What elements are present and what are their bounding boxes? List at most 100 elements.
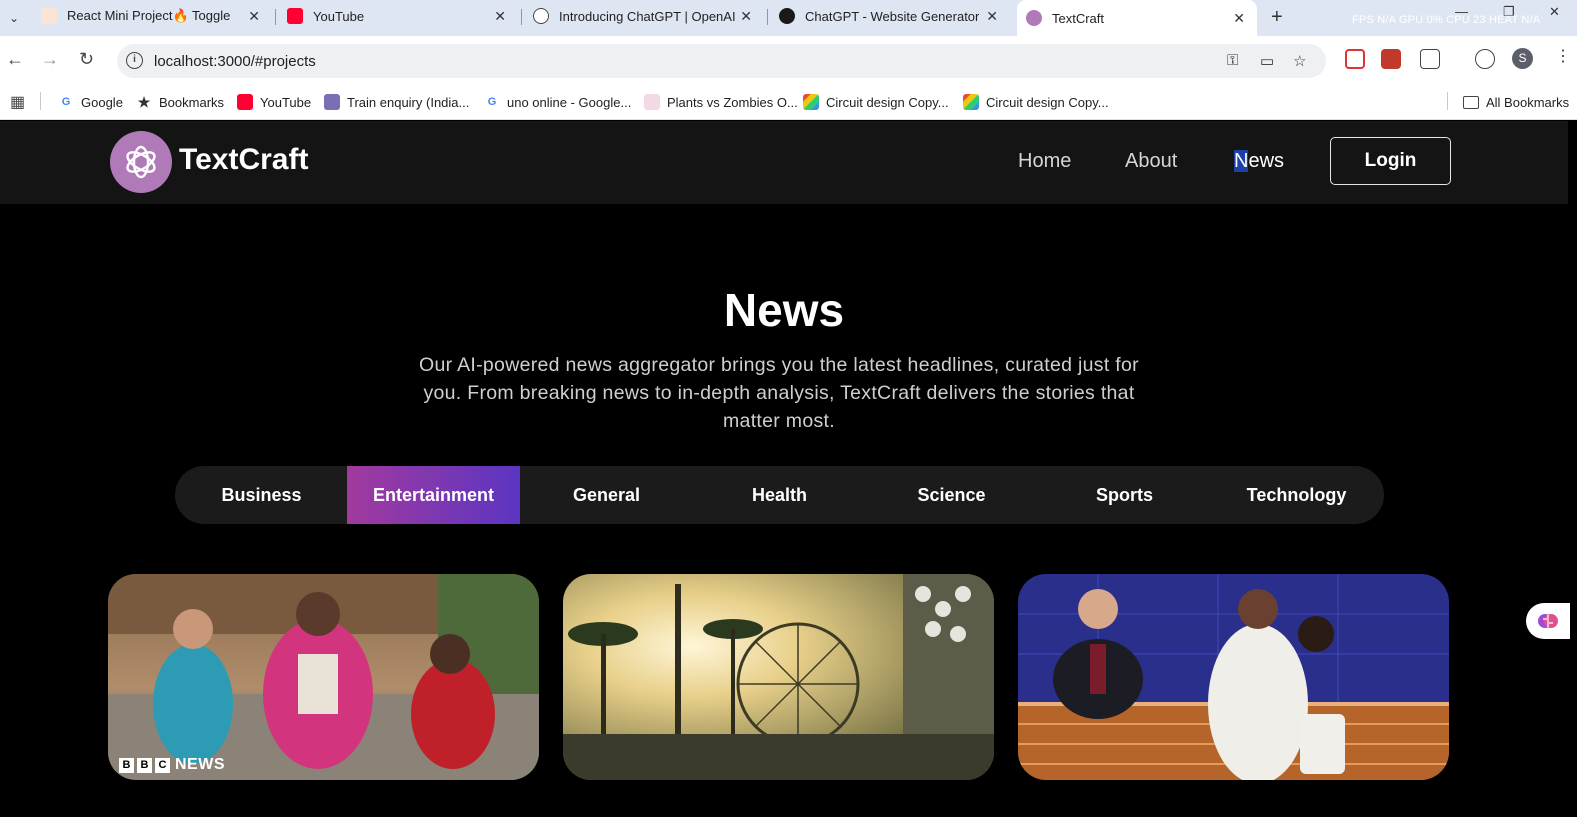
bookmark-youtube[interactable]: YouTube <box>237 91 311 113</box>
nav-news-link[interactable]: News <box>1234 150 1284 173</box>
browser-menu-kebab-icon[interactable]: ⋮ <box>1555 46 1571 66</box>
textcraft-logo[interactable] <box>110 131 172 193</box>
brain-icon <box>1538 614 1558 628</box>
youtube-icon <box>237 94 253 110</box>
bbc-letter-block: C <box>155 757 170 773</box>
bookmark-circuit-design-2[interactable]: Circuit design Copy... <box>963 91 1109 113</box>
page-description: Our AI-powered news aggregator brings yo… <box>419 354 1139 432</box>
bookmark-google[interactable]: G Google <box>58 91 123 113</box>
password-key-icon[interactable]: ⚿ <box>1227 52 1238 69</box>
apps-grid-icon[interactable]: ▦ <box>10 92 25 112</box>
nav-home-link[interactable]: Home <box>1018 150 1071 173</box>
bbc-news-wordmark: NEWS <box>175 756 225 773</box>
openai-knot-icon <box>126 145 156 179</box>
brand-name[interactable]: TextCraft <box>179 143 308 177</box>
nav-news-rest: ews <box>1248 150 1285 172</box>
tab-title: React Mini Project🔥 Toggle Sw <box>67 8 232 23</box>
tab-divider <box>767 9 768 25</box>
grid-icon <box>963 94 979 110</box>
bbc-letter-block: B <box>119 757 134 773</box>
browser-tab[interactable]: React Mini Project🔥 Toggle Sw ✕ <box>32 0 272 32</box>
bookmark-bookmarks[interactable]: ★ Bookmarks <box>136 91 224 113</box>
category-tab-technology[interactable]: Technology <box>1210 466 1383 524</box>
close-window-icon[interactable]: ✕ <box>1549 4 1560 20</box>
tab-divider <box>521 9 522 25</box>
tab-close-icon[interactable]: ✕ <box>1233 10 1245 27</box>
extension-shield-icon[interactable] <box>1345 49 1365 69</box>
performance-bolt-icon[interactable] <box>1475 49 1495 69</box>
bookmark-label: All Bookmarks <box>1486 94 1570 110</box>
news-card[interactable]: B B C NEWS <box>108 574 539 780</box>
tab-close-icon[interactable]: ✕ <box>248 8 260 25</box>
nav-about-link[interactable]: About <box>1125 150 1177 173</box>
news-desk-show-image <box>1018 574 1449 780</box>
minimize-window-icon[interactable]: — <box>1455 4 1468 19</box>
tab-search-chevron-icon[interactable]: ⌄ <box>4 8 24 28</box>
category-tab-general[interactable]: General <box>520 466 693 524</box>
google-icon: G <box>487 96 497 108</box>
category-tab-science[interactable]: Science <box>865 466 1038 524</box>
news-card[interactable] <box>1018 574 1449 780</box>
star-icon: ★ <box>137 93 151 110</box>
bookmark-divider <box>40 92 41 110</box>
tab-close-icon[interactable]: ✕ <box>494 8 506 25</box>
browser-tab-strip: ⌄ React Mini Project🔥 Toggle Sw ✕ YouTub… <box>0 0 1577 36</box>
textcraft-favicon-icon <box>1026 10 1042 26</box>
site-navbar: TextCraft Home About News Login <box>0 121 1568 204</box>
movie-still-image <box>108 574 539 780</box>
news-card[interactable] <box>563 574 994 780</box>
festival-ferris-wheel-image <box>563 574 994 780</box>
bookmark-star-icon[interactable]: ☆ <box>1293 52 1306 70</box>
browser-tab[interactable]: Introducing ChatGPT | OpenAI ✕ <box>524 0 764 32</box>
bookmark-label: Circuit design Copy... <box>986 94 1109 110</box>
extension-puzzle-game-icon[interactable] <box>1381 49 1401 69</box>
restore-window-icon[interactable]: ❐ <box>1503 4 1515 20</box>
tab-close-icon[interactable]: ✕ <box>740 8 752 25</box>
category-tab-entertainment[interactable]: Entertainment <box>347 466 520 524</box>
tab-title: ChatGPT - Website Generator <box>805 8 980 24</box>
bookmark-plants-vs-zombies[interactable]: Plants vs Zombies O... <box>644 91 798 113</box>
extensions-puzzle-icon[interactable] <box>1420 49 1440 69</box>
folder-icon <box>1463 95 1479 109</box>
category-tab-business[interactable]: Business <box>175 466 348 524</box>
browser-tab-active[interactable]: TextCraft ✕ <box>1017 0 1257 36</box>
category-tab-health[interactable]: Health <box>693 466 866 524</box>
floating-assistant-widget[interactable] <box>1526 603 1570 639</box>
tab-title: Introducing ChatGPT | OpenAI <box>559 8 736 24</box>
page-title: News <box>723 284 845 336</box>
category-tab-sports[interactable]: Sports <box>1038 466 1211 524</box>
bookmark-divider <box>1447 92 1448 110</box>
react-project-favicon-icon <box>41 8 57 24</box>
new-tab-plus-icon[interactable]: + <box>1271 6 1283 29</box>
category-tab-bar: Business Entertainment General Health Sc… <box>175 466 1384 524</box>
youtube-favicon-icon <box>287 8 303 24</box>
login-button[interactable]: Login <box>1330 137 1451 185</box>
bookmark-label: Bookmarks <box>159 94 225 110</box>
browser-tab[interactable]: YouTube ✕ <box>278 0 518 32</box>
train-icon <box>324 94 340 110</box>
grid-icon <box>803 94 819 110</box>
install-app-icon[interactable]: ▭ <box>1260 52 1274 70</box>
forward-arrow-icon[interactable]: → <box>41 49 59 70</box>
profile-avatar[interactable]: S <box>1512 48 1533 69</box>
bookmark-label: Plants vs Zombies O... <box>667 94 798 110</box>
site-info-icon[interactable]: i <box>126 52 143 69</box>
bookmark-uno-online[interactable]: G uno online - Google... <box>484 91 632 113</box>
bookmark-circuit-design-1[interactable]: Circuit design Copy... <box>803 91 949 113</box>
bbc-news-logo: B B C NEWS <box>119 756 225 774</box>
reload-icon[interactable]: ↻ <box>79 49 94 70</box>
bookmark-train-enquiry[interactable]: Train enquiry (India... <box>324 91 469 113</box>
tab-close-icon[interactable]: ✕ <box>986 8 998 25</box>
bookmark-label: YouTube <box>260 94 312 110</box>
bookmarks-bar: ▦ G Google ★ Bookmarks YouTube Train enq… <box>0 84 1577 120</box>
openai-favicon-icon <box>533 8 549 24</box>
url-text[interactable]: localhost:3000/#projects <box>154 53 316 70</box>
google-icon: G <box>61 96 71 108</box>
browser-tab[interactable]: ChatGPT - Website Generator ✕ <box>770 0 1010 32</box>
back-arrow-icon[interactable]: ← <box>6 49 24 70</box>
bookmark-label: Train enquiry (India... <box>347 94 470 110</box>
all-bookmarks-folder[interactable]: All Bookmarks <box>1463 91 1569 113</box>
chatgpt-favicon-icon <box>779 8 795 24</box>
bbc-letter-block: B <box>137 757 152 773</box>
address-bar[interactable]: i localhost:3000/#projects ⚿ ▭ ☆ <box>117 44 1326 78</box>
